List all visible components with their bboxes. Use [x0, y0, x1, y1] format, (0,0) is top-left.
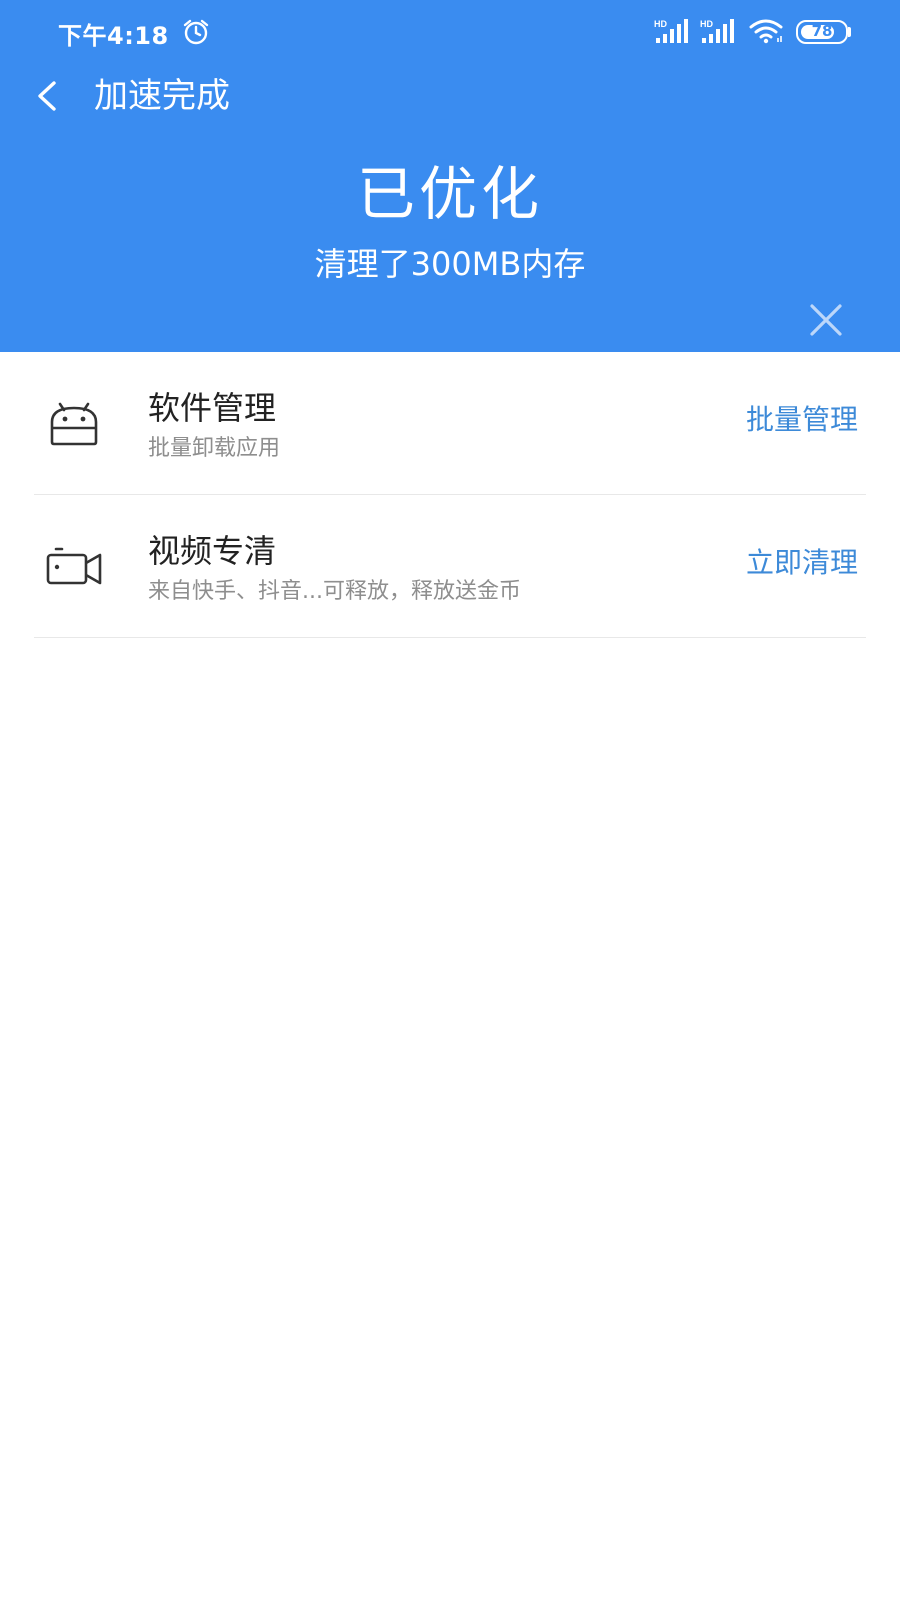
status-bar: 下午4:18 HD HD 78	[0, 0, 900, 64]
list-item-subtitle: 批量卸载应用	[148, 436, 281, 461]
result-headline: 已优化	[356, 160, 543, 228]
wifi-icon	[749, 19, 783, 44]
cellular-signal-icon: HD	[700, 19, 734, 43]
result-subline: 清理了300MB内存	[314, 245, 586, 283]
cellular-signal-icon: HD	[654, 19, 688, 43]
result-header: 下午4:18 HD HD 78 加速完成 已优化 清理了300MB内存	[0, 0, 900, 352]
chevron-left-icon	[38, 81, 56, 111]
list-item-title: 视频专清	[148, 532, 277, 570]
android-icon	[50, 402, 98, 446]
list-item-subtitle: 来自快手、抖音...可释放，释放送金币	[148, 579, 521, 604]
cleanup-result-screen: 下午4:18 HD HD 78 加速完成 已优化 清理了300MB内存 软件管理…	[0, 0, 900, 1600]
battery-indicator: 78	[796, 20, 851, 44]
battery-cap	[848, 27, 851, 37]
status-time: 下午4:18	[58, 22, 169, 50]
list-item-title: 软件管理	[148, 389, 277, 427]
page-title: 加速完成	[94, 76, 230, 116]
alarm-icon	[183, 19, 209, 45]
signal-1-label: HD	[654, 19, 667, 29]
nav-bar: 加速完成	[0, 64, 900, 128]
list-item-software-management[interactable]: 软件管理 批量卸载应用 批量管理	[0, 352, 900, 495]
signal-2-label: HD	[700, 19, 713, 29]
back-button[interactable]	[28, 74, 72, 118]
close-button[interactable]	[806, 300, 846, 340]
tool-list: 软件管理 批量卸载应用 批量管理 视频专清 来自快手、抖音...可释放，释放送金…	[0, 352, 900, 638]
list-item-video-cleanup[interactable]: 视频专清 来自快手、抖音...可释放，释放送金币 立即清理	[0, 495, 900, 638]
divider	[34, 637, 866, 638]
video-camera-icon	[46, 547, 102, 585]
batch-manage-button[interactable]: 批量管理	[746, 400, 858, 440]
battery-level: 78	[811, 22, 833, 40]
close-icon	[810, 304, 842, 336]
clean-now-button[interactable]: 立即清理	[746, 543, 858, 583]
